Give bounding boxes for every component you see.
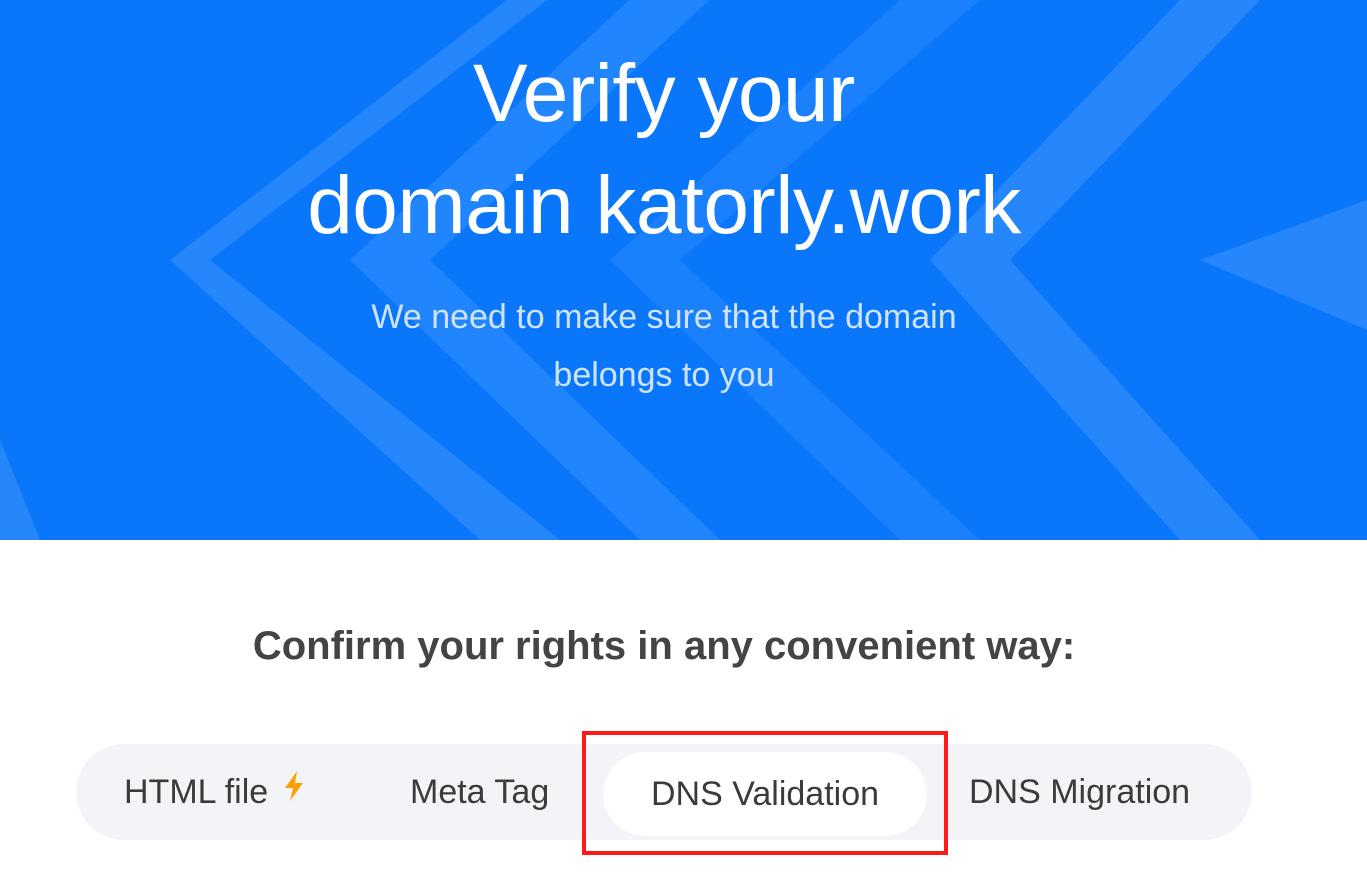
tab-meta-tag[interactable]: Meta Tag <box>410 744 549 840</box>
tab-html-file-label: HTML file <box>124 773 269 811</box>
page-subtitle-line1: We need to make sure that the domain <box>371 298 957 336</box>
page-title: Verify your domain katorly.work <box>0 38 1328 262</box>
tab-html-file[interactable]: HTML file <box>124 744 306 840</box>
page-title-line1: Verify your <box>473 48 855 139</box>
lightning-bolt-icon <box>282 743 306 839</box>
tab-dns-validation[interactable]: DNS Validation <box>603 752 927 836</box>
page-title-line2: domain katorly.work <box>307 160 1021 251</box>
verification-method-tabs: HTML file Meta Tag DNS Validation DNS Mi… <box>76 744 1252 840</box>
tab-dns-migration-label: DNS Migration <box>969 773 1191 811</box>
hero-banner: Verify your domain katorly.work We need … <box>0 0 1367 540</box>
tab-meta-tag-label: Meta Tag <box>410 773 550 811</box>
tab-dns-validation-label: DNS Validation <box>650 775 880 813</box>
page-subtitle-line2: belongs to you <box>553 356 775 394</box>
confirm-heading: Confirm your rights in any convenient wa… <box>252 624 1076 668</box>
page-subtitle: We need to make sure that the domain bel… <box>0 288 1328 404</box>
tab-dns-migration[interactable]: DNS Migration <box>969 744 1190 840</box>
